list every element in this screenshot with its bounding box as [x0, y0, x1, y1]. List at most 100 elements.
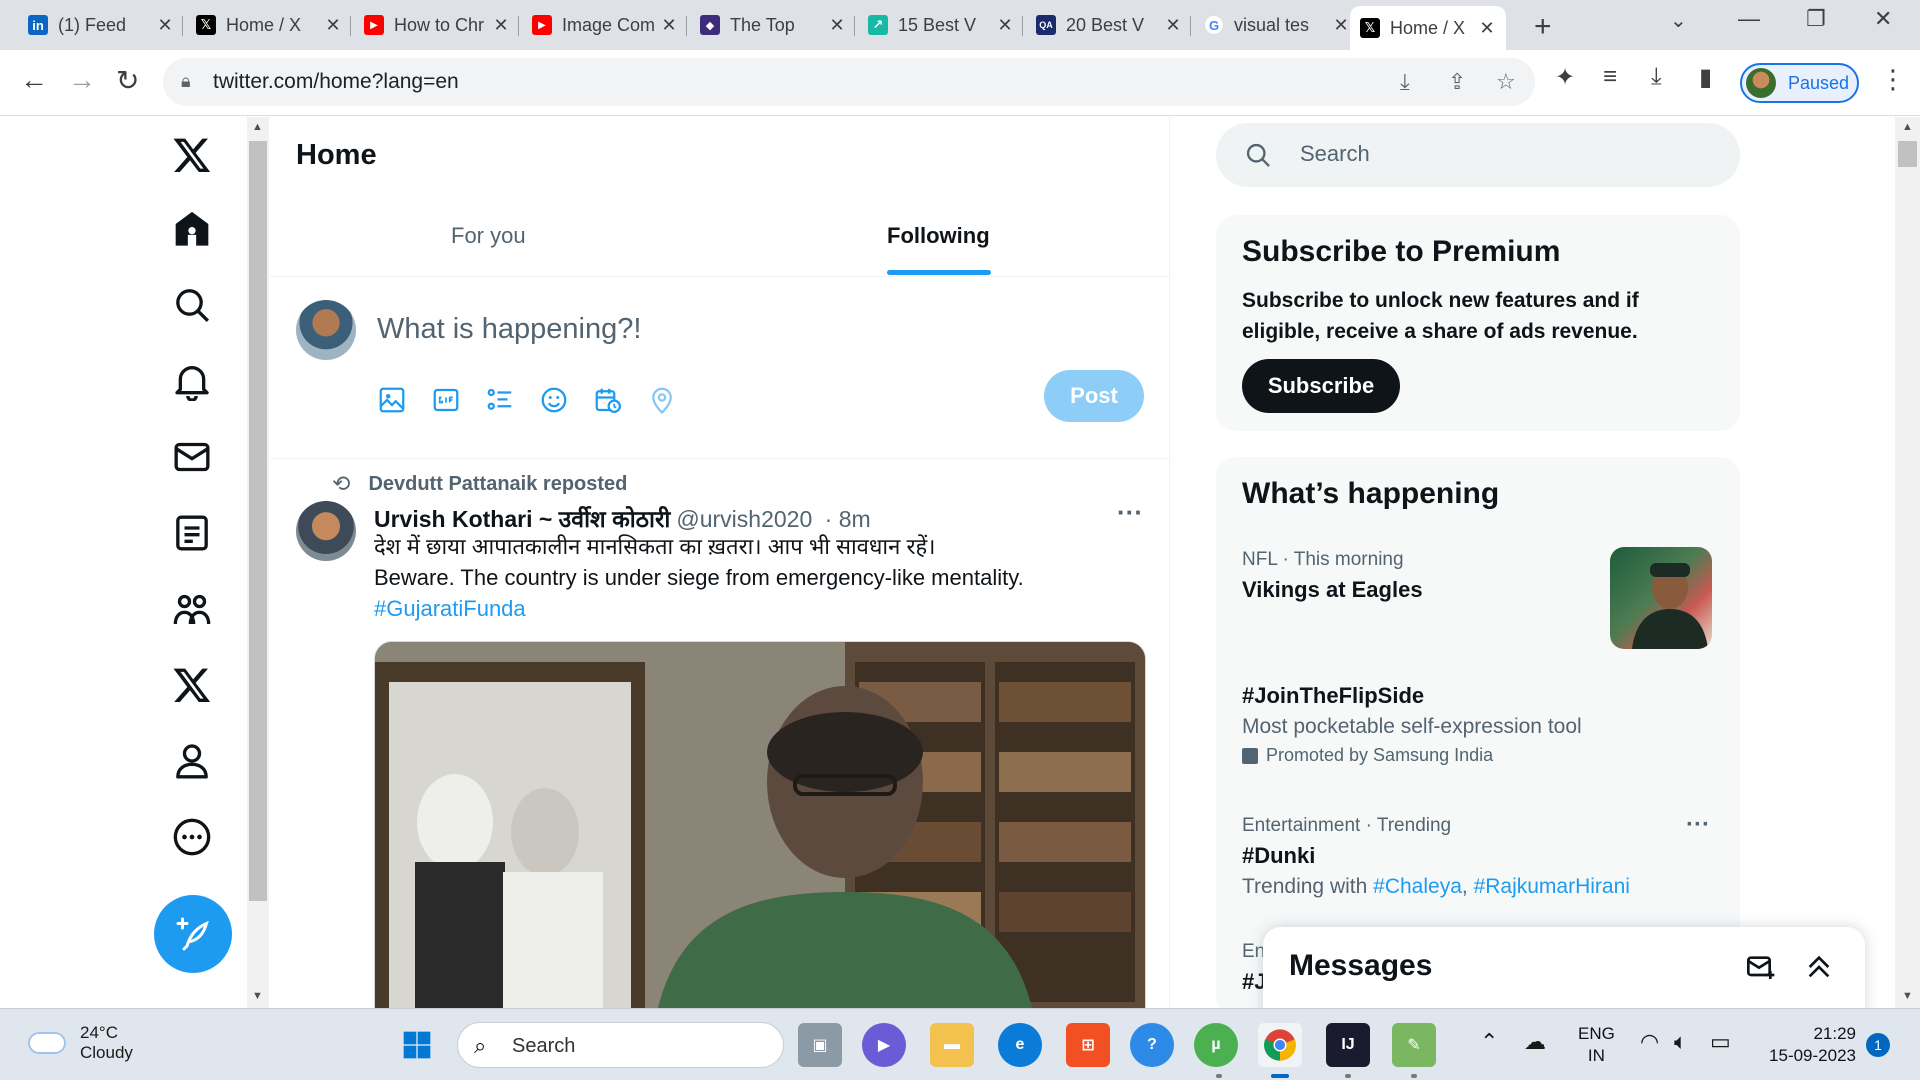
close-tab-icon[interactable]: ✕ [1478, 18, 1496, 39]
scroll-down-arrow-icon[interactable]: ▼ [1902, 990, 1913, 1002]
taskbar-search[interactable]: ⌕ Search [457, 1022, 784, 1068]
tweet[interactable]: ⟲ Devdutt Pattanaik reposted Urvish Koth… [270, 459, 1170, 1008]
search-input[interactable]: Search [1300, 141, 1370, 167]
close-tab-icon[interactable]: ✕ [996, 15, 1014, 36]
browser-tab[interactable]: QA 20 Best V ✕ [1026, 8, 1192, 42]
trend-related-tag[interactable]: #Chaleya [1373, 875, 1462, 898]
share-icon[interactable]: ⇪ [1448, 69, 1466, 95]
close-tab-icon[interactable]: ✕ [324, 15, 342, 36]
tab-following[interactable]: Following [887, 223, 990, 249]
trend-more-icon[interactable]: ··· [1686, 811, 1710, 839]
chat-icon[interactable]: ▶ [862, 1023, 906, 1067]
trend-item[interactable]: Entertainment · Trending #Dunki Trending… [1242, 815, 1630, 899]
downloads-icon[interactable]: ⤓ [1651, 63, 1662, 91]
browser-menu-icon[interactable]: ⋮ [1880, 64, 1906, 95]
taskbar-search-input[interactable]: Search [512, 1035, 575, 1058]
tweet-timestamp[interactable]: · 8m [825, 506, 871, 532]
tweet-hashtag[interactable]: #GujaratiFunda [374, 593, 1134, 624]
show-hidden-icons-chevron[interactable]: ⌃ [1480, 1029, 1498, 1055]
tweet-author-avatar[interactable] [296, 501, 356, 561]
location-pin-icon[interactable] [647, 385, 677, 415]
x-logo-icon[interactable] [168, 131, 216, 179]
windows-start-icon[interactable] [395, 1023, 439, 1067]
battery-icon[interactable]: ▭ [1710, 1029, 1731, 1055]
more-circle-icon[interactable] [168, 813, 216, 861]
install-app-icon[interactable]: ⤓ [1400, 69, 1410, 95]
tab-for-you[interactable]: For you [451, 223, 526, 249]
url-text[interactable]: twitter.com/home?lang=en [213, 70, 459, 94]
extensions-puzzle-icon[interactable]: ✦ [1555, 63, 1575, 92]
intellij-icon[interactable]: IJ [1326, 1023, 1370, 1067]
close-tab-icon[interactable]: ✕ [156, 15, 174, 36]
scroll-up-arrow-icon[interactable]: ▲ [252, 121, 263, 133]
subscribe-button[interactable]: Subscribe [1242, 359, 1400, 413]
messages-envelope-icon[interactable] [168, 433, 216, 481]
notepad-icon[interactable]: ✎ [1392, 1023, 1436, 1067]
left-scrollbar[interactable]: ▲ ▼ [247, 117, 269, 1008]
browser-tab[interactable]: ▶ How to Chr ✕ [354, 8, 520, 42]
lock-icon[interactable]: 🔒︎ [181, 71, 191, 92]
utorrent-icon[interactable]: µ [1194, 1023, 1238, 1067]
close-tab-icon[interactable]: ✕ [1164, 15, 1182, 36]
explore-search-icon[interactable] [168, 281, 216, 329]
close-tab-icon[interactable]: ✕ [492, 15, 510, 36]
browser-tab[interactable]: G visual tes ✕ [1194, 8, 1360, 42]
side-panel-icon[interactable]: ▮ [1699, 63, 1712, 92]
home-icon[interactable] [168, 205, 216, 253]
trend-item[interactable]: NFL · This morning Vikings at Eagles [1242, 549, 1423, 603]
close-window-icon[interactable]: ✕ [1874, 6, 1892, 32]
trend-related-tag[interactable]: #RajkumarHirani [1474, 875, 1630, 898]
system-clock[interactable]: 21:29 15-09-2023 [1760, 1023, 1856, 1067]
communities-icon[interactable] [168, 585, 216, 633]
gif-icon[interactable] [431, 385, 461, 415]
media-image-icon[interactable] [377, 385, 407, 415]
chrome-icon[interactable] [1258, 1023, 1302, 1067]
tab-search-chevron-icon[interactable]: ⌄ [1670, 8, 1687, 33]
scrollbar-thumb[interactable] [1898, 141, 1917, 167]
scroll-up-arrow-icon[interactable]: ▲ [1902, 121, 1913, 133]
browser-tab[interactable]: ◆ The Top ✕ [690, 8, 856, 42]
poll-icon[interactable] [485, 385, 515, 415]
browser-tab[interactable]: ↗ 15 Best V ✕ [858, 8, 1024, 42]
lists-icon[interactable] [168, 509, 216, 557]
user-avatar[interactable] [296, 300, 356, 360]
browser-tab[interactable]: 𝕏 Home / X ✕ [186, 8, 352, 42]
tweet-author-name[interactable]: Urvish Kothari ~ उर्वीश कोठारी [374, 506, 670, 532]
file-explorer-icon[interactable]: ▬ [930, 1023, 974, 1067]
browser-tab[interactable]: ▶ Image Com ✕ [522, 8, 688, 42]
task-view-icon[interactable]: ▣ [798, 1023, 842, 1067]
microsoft-store-icon[interactable]: ⊞ [1066, 1023, 1110, 1067]
trend-item-promoted[interactable]: #JoinTheFlipSide Most pocketable self-ex… [1242, 683, 1582, 766]
wifi-icon[interactable]: ◠ [1640, 1029, 1659, 1055]
reload-icon[interactable]: ↻ [116, 64, 139, 97]
edge-browser-icon[interactable]: e [998, 1023, 1042, 1067]
close-tab-icon[interactable]: ✕ [1332, 15, 1350, 36]
emoji-icon[interactable] [539, 385, 569, 415]
tweet-author-handle[interactable]: @urvish2020 [676, 506, 812, 532]
compose-input[interactable]: What is happening?! [377, 313, 641, 346]
forward-arrow-icon[interactable]: → [68, 64, 96, 96]
minimize-icon[interactable]: — [1738, 6, 1760, 32]
restore-icon[interactable]: ❐ [1806, 6, 1826, 32]
profile-person-icon[interactable] [168, 737, 216, 785]
page-scrollbar[interactable]: ▲ ▼ [1895, 117, 1920, 1008]
notification-badge[interactable]: 1 [1866, 1033, 1890, 1057]
profile-button[interactable]: Paused [1740, 63, 1859, 103]
notifications-bell-icon[interactable] [168, 357, 216, 405]
new-message-icon[interactable] [1745, 951, 1777, 983]
volume-icon[interactable]: 🔈︎ [1674, 1029, 1687, 1055]
close-tab-icon[interactable]: ✕ [828, 15, 846, 36]
compose-post-button[interactable] [154, 895, 232, 973]
browser-tab[interactable]: in (1) Feed ✕ [18, 8, 184, 42]
premium-x-icon[interactable] [168, 661, 216, 709]
schedule-icon[interactable] [593, 385, 623, 415]
tweet-video-thumbnail[interactable] [374, 641, 1146, 1008]
scrollbar-thumb[interactable] [249, 141, 267, 901]
media-control-icon[interactable]: ≡ [1603, 63, 1617, 91]
trend-thumbnail[interactable] [1610, 547, 1712, 649]
repost-by-text[interactable]: Devdutt Pattanaik reposted [368, 473, 627, 496]
onedrive-cloud-icon[interactable]: ☁ [1524, 1029, 1546, 1055]
back-arrow-icon[interactable]: ← [20, 64, 48, 96]
scroll-down-arrow-icon[interactable]: ▼ [252, 990, 263, 1002]
expand-chevrons-icon[interactable] [1803, 951, 1835, 983]
